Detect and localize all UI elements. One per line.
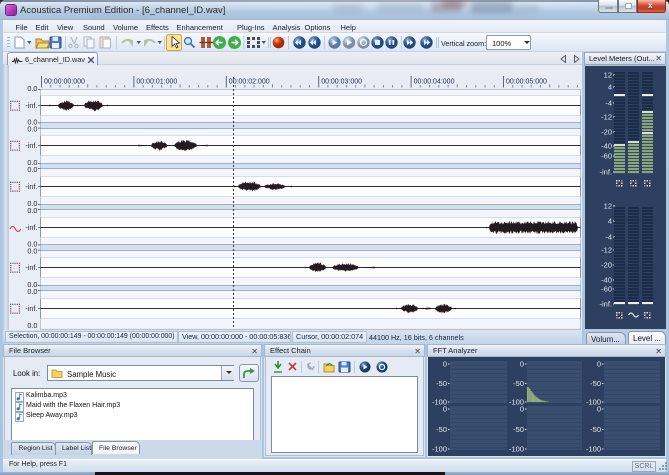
svg-text:-60: -60	[601, 285, 612, 294]
svg-text:-4: -4	[605, 233, 612, 242]
svg-text:00:00:02:000: 00:00:02:000	[229, 79, 270, 86]
svg-text:0: 0	[597, 405, 601, 414]
svg-text:-inf.: -inf.	[25, 101, 37, 110]
svg-text:0: 0	[443, 405, 447, 414]
svg-text:-inf.: -inf.	[25, 141, 37, 150]
svg-text:0: 0	[597, 360, 601, 369]
svg-text:0: 0	[520, 360, 524, 369]
svg-text:-50: -50	[513, 379, 524, 388]
svg-text:4: 4	[608, 217, 612, 226]
svg-text:-inf.: -inf.	[25, 304, 37, 313]
svg-text:12: 12	[604, 202, 612, 211]
svg-text:-inf.: -inf.	[599, 300, 612, 309]
svg-text:00:00:00:000: 00:00:00:000	[44, 79, 85, 86]
svg-text:-100: -100	[586, 445, 601, 454]
svg-text:00:00:03:000: 00:00:03:000	[321, 79, 362, 86]
svg-text:00:00:05:000: 00:00:05:000	[506, 79, 547, 86]
svg-text:-inf.: -inf.	[25, 263, 37, 272]
svg-text:-50: -50	[436, 379, 447, 388]
svg-text:-50: -50	[590, 425, 601, 434]
svg-text:-4: -4	[605, 99, 612, 108]
svg-text:12: 12	[604, 71, 612, 80]
svg-text:-inf.: -inf.	[25, 182, 37, 191]
svg-text:0: 0	[520, 405, 524, 414]
svg-text:0: 0	[443, 360, 447, 369]
svg-text:-40: -40	[601, 142, 612, 151]
svg-text:4: 4	[608, 83, 612, 92]
svg-text:-12: -12	[601, 113, 612, 122]
svg-text:-50: -50	[590, 379, 601, 388]
svg-text:00:00:01:000: 00:00:01:000	[136, 79, 177, 86]
svg-text:-100: -100	[432, 445, 447, 454]
svg-text:-inf.: -inf.	[599, 168, 612, 177]
svg-text:-50: -50	[513, 425, 524, 434]
svg-text:0.0: 0.0	[27, 321, 37, 330]
svg-text:-20: -20	[601, 261, 612, 270]
svg-text:-20: -20	[601, 128, 612, 137]
svg-text:0.0: 0.0	[27, 125, 37, 134]
svg-text:0.0: 0.0	[27, 247, 37, 256]
svg-text:-50: -50	[436, 425, 447, 434]
svg-text:-12: -12	[601, 246, 612, 255]
svg-text:-40: -40	[601, 276, 612, 285]
svg-text:-100: -100	[509, 445, 524, 454]
svg-text:0.0: 0.0	[27, 206, 37, 215]
svg-text:0.0: 0.0	[27, 84, 37, 93]
svg-text:0.0: 0.0	[27, 165, 37, 174]
svg-text:-60: -60	[601, 152, 612, 161]
svg-text:00:00:04:000: 00:00:04:000	[414, 79, 455, 86]
svg-text:0.0: 0.0	[27, 287, 37, 296]
svg-text:-inf.: -inf.	[25, 223, 37, 232]
